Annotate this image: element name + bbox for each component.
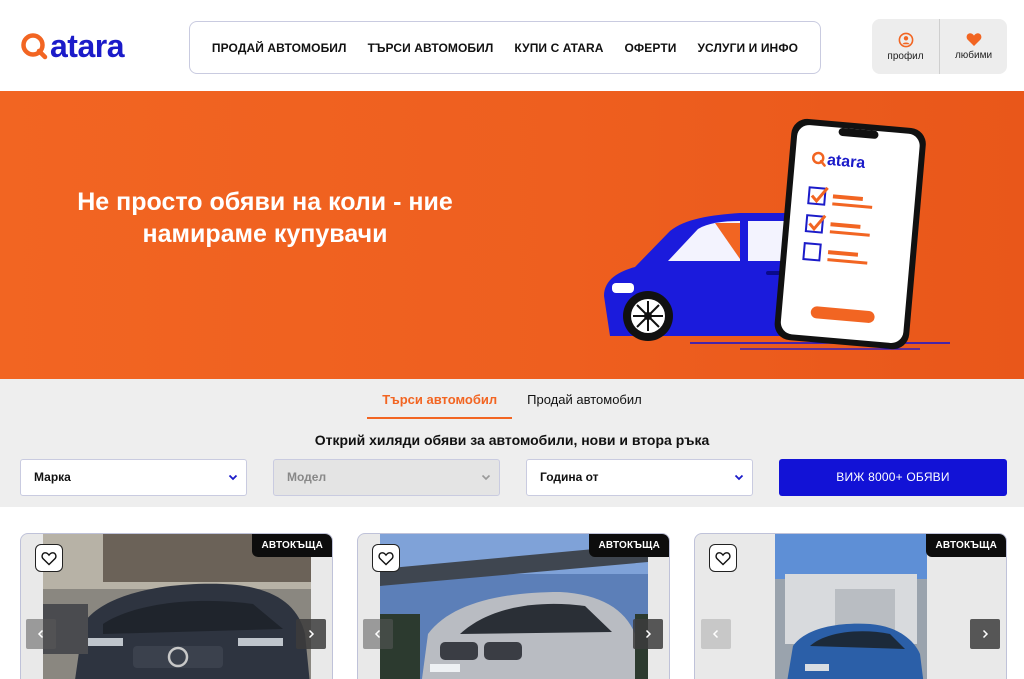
search-tabs: Търси автомобил Продай автомобил <box>0 379 1024 419</box>
phone-logo-text: atara <box>826 152 866 172</box>
heart-outline-icon <box>715 551 731 565</box>
nav-buy-with-atara[interactable]: КУПИ С ATARA <box>514 41 603 55</box>
chevron-left-icon <box>374 629 381 639</box>
year-from-select-value: Година от <box>540 470 599 484</box>
listing-card[interactable]: АВТОКЪЩА <box>357 533 670 679</box>
tab-sell-car[interactable]: Продай автомобил <box>512 379 657 419</box>
chevron-right-icon <box>308 629 315 639</box>
hero-title-line2: намираме купувачи <box>142 220 388 248</box>
user-icon <box>898 32 913 47</box>
carousel-next-button[interactable] <box>970 619 1000 649</box>
favorite-button[interactable] <box>35 544 63 572</box>
make-select[interactable]: Марка <box>20 459 247 496</box>
listing-card[interactable]: АВТОКЪЩА <box>20 533 333 679</box>
dealer-badge: АВТОКЪЩА <box>589 534 669 557</box>
user-actions: профил любими <box>872 19 1007 74</box>
dealer-badge: АВТОКЪЩА <box>926 534 1006 557</box>
chevron-down-icon <box>228 474 238 481</box>
main-nav: ПРОДАЙ АВТОМОБИЛ ТЪРСИ АВТОМОБИЛ КУПИ С … <box>189 21 821 74</box>
favorite-button[interactable] <box>709 544 737 572</box>
chevron-down-icon <box>734 474 744 481</box>
carousel-prev-button[interactable] <box>363 619 393 649</box>
view-listings-button[interactable]: ВИЖ 8000+ ОБЯВИ <box>779 459 1007 496</box>
carousel-prev-button[interactable] <box>26 619 56 649</box>
nav-sell-car[interactable]: ПРОДАЙ АВТОМОБИЛ <box>212 41 347 55</box>
atara-logo[interactable]: atara <box>20 28 125 64</box>
hero-title-line1: Не просто обяви на коли - ние <box>77 188 453 216</box>
listing-card[interactable]: АВТОКЪЩА <box>694 533 1007 679</box>
nav-search-car[interactable]: ТЪРСИ АВТОМОБИЛ <box>368 41 494 55</box>
favorites-button[interactable]: любими <box>939 19 1007 74</box>
car-and-phone-illustration: atara <box>604 118 950 350</box>
profile-button[interactable]: профил <box>872 19 939 74</box>
search-headline: Открий хиляди обяви за автомобили, нови … <box>314 432 710 448</box>
hero-title: Не просто обяви на коли - ние намираме к… <box>40 186 490 250</box>
logo-wordmark: atara <box>50 28 125 64</box>
model-select[interactable]: Модел <box>273 459 500 496</box>
chevron-left-icon <box>712 629 719 639</box>
profile-label: профил <box>887 50 924 62</box>
dealer-badge: АВТОКЪЩА <box>252 534 332 557</box>
site-header: atara ПРОДАЙ АВТОМОБИЛ ТЪРСИ АВТОМОБИЛ К… <box>0 0 1024 91</box>
nav-offers[interactable]: ОФЕРТИ <box>625 41 677 55</box>
favorites-label: любими <box>954 50 993 61</box>
car-photo <box>775 534 927 679</box>
search-logo-icon <box>21 33 48 60</box>
hero-banner: Не просто обяви на коли - ние намираме к… <box>0 91 1024 379</box>
make-select-value: Марка <box>34 470 71 484</box>
favorite-button[interactable] <box>372 544 400 572</box>
chevron-down-icon <box>481 474 491 481</box>
heart-outline-icon <box>41 551 57 565</box>
carousel-prev-button[interactable] <box>701 619 731 649</box>
carousel-next-button[interactable] <box>633 619 663 649</box>
chevron-left-icon <box>37 629 44 639</box>
tab-search-car[interactable]: Търси автомобил <box>367 379 513 419</box>
chevron-right-icon <box>645 629 652 639</box>
model-select-value: Модел <box>287 470 327 484</box>
nav-services-info[interactable]: УСЛУГИ И ИНФО <box>697 41 798 55</box>
heart-icon <box>966 33 981 46</box>
year-from-select[interactable]: Година от <box>526 459 753 496</box>
carousel-next-button[interactable] <box>296 619 326 649</box>
chevron-right-icon <box>982 629 989 639</box>
search-panel: Търси автомобил Продай автомобил Открий … <box>0 379 1024 507</box>
heart-outline-icon <box>378 551 394 565</box>
